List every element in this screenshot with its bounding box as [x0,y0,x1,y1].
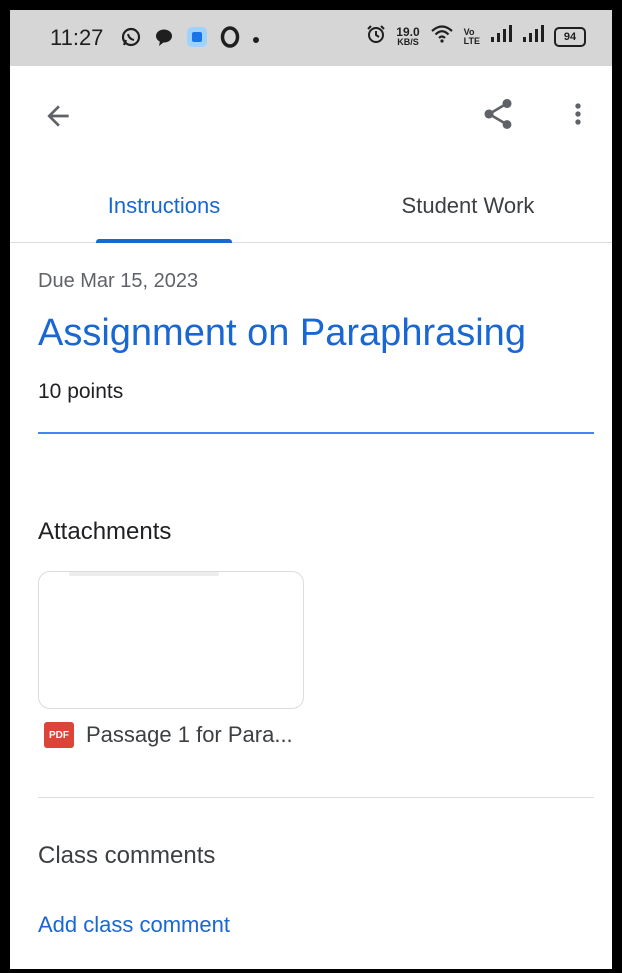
status-time: 11:27 [50,25,104,50]
dot-icon [252,31,260,49]
system-icons: 19.0 KB/S Vo LTE 94 [366,24,586,49]
thumbnail-preview [69,572,219,576]
chat-bubble-icon [154,27,174,52]
attachment-name: Passage 1 for Para... [86,722,293,747]
back-button[interactable] [36,94,80,138]
signal-icon [522,25,544,48]
whatsapp-icon [120,26,142,53]
page-title: Assignment on Paraphrasing [38,312,526,354]
top-app-bar [10,66,612,162]
tab-instructions[interactable]: Instructions [76,170,252,242]
points-label: 10 points [38,380,124,403]
wifi-icon [430,24,454,49]
section-divider [38,797,594,798]
volte-indicator: Vo LTE [463,27,480,46]
due-date: Due Mar 15, 2023 [38,270,199,292]
header-divider [38,432,594,434]
alarm-icon [366,24,386,49]
tab-student-work[interactable]: Student Work [378,170,558,242]
tab-bar: Instructions Student Work [10,170,612,243]
app-icon [186,26,208,53]
speed-unit: KB/S [397,37,419,47]
back-arrow-icon [47,105,69,127]
attachment-file[interactable]: PDF Passage 1 for Para... [44,722,293,748]
app-screen: 11:27 19.0 KB/S Vo LTE 94 Instructions S… [10,10,612,969]
network-speed: 19.0 KB/S [396,26,419,47]
attachment-thumbnail[interactable] [38,571,304,709]
status-bar: 11:27 19.0 KB/S Vo LTE 94 [10,10,612,66]
share-icon [484,99,512,129]
active-tab-indicator [96,239,232,243]
volte-bottom: LTE [463,35,480,46]
notification-icons [120,26,260,53]
signal-icon [490,25,512,48]
add-class-comment-link[interactable]: Add class comment [38,912,230,938]
more-options-button[interactable] [558,92,598,136]
share-button[interactable] [476,92,520,136]
more-vert-icon [575,103,581,125]
pdf-icon: PDF [44,722,74,748]
battery-indicator: 94 [554,26,586,47]
attachments-heading: Attachments [38,518,172,545]
opera-icon [220,26,240,53]
class-comments-heading: Class comments [38,842,216,869]
